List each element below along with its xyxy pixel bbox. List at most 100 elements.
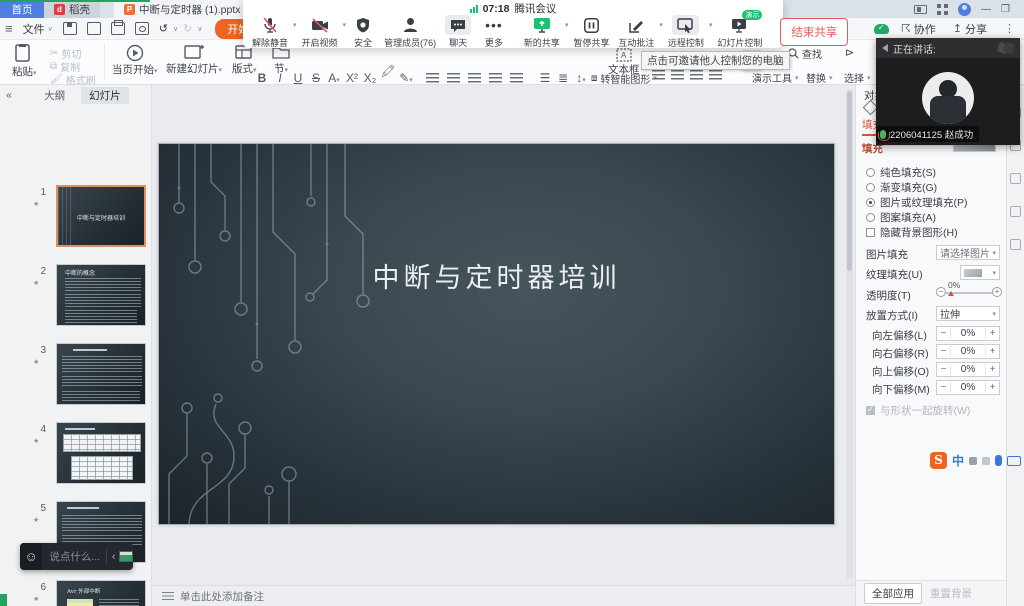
- option-pattern-fill[interactable]: 图案填充(A): [866, 210, 936, 225]
- subscript-button[interactable]: X₂: [362, 71, 378, 85]
- shape-gallery-icon[interactable]: [652, 70, 665, 80]
- italic-button[interactable]: I: [272, 71, 288, 85]
- chat-button[interactable]: 聊天: [441, 15, 475, 49]
- save-button[interactable]: [58, 22, 82, 35]
- new-share-button[interactable]: 新的共享: [520, 15, 564, 49]
- select-arrow-icon[interactable]: ⊳: [845, 46, 854, 59]
- align-right-button[interactable]: [468, 73, 481, 83]
- text-effects-button[interactable]: ✎▾: [398, 71, 414, 85]
- option-picture-texture-fill[interactable]: 图片或纹理填充(P): [866, 195, 968, 210]
- slide-thumbnail-1[interactable]: 1 ★ 中断与定时器培训: [0, 185, 152, 255]
- picture-fill-dropdown[interactable]: 请选择图片▾: [936, 245, 1000, 260]
- shared-screen-preview[interactable]: [119, 551, 133, 562]
- more-button[interactable]: ••• 更多: [476, 15, 512, 49]
- present-tools-button[interactable]: 演示工具▾: [752, 70, 799, 85]
- align-center-button[interactable]: [447, 73, 460, 83]
- play-from-current-button[interactable]: 当页开始▾: [112, 44, 158, 77]
- tab-docer[interactable]: d 稻壳: [44, 0, 100, 18]
- offset-top-stepper[interactable]: −0%+: [936, 362, 1000, 377]
- file-menu[interactable]: 文件∨: [18, 21, 58, 37]
- find-button[interactable]: 查找: [788, 46, 822, 61]
- remote-control-button[interactable]: 远程控制: [664, 15, 708, 49]
- option-gradient-fill[interactable]: 渐变填充(G): [866, 180, 937, 195]
- scrollbar-thumb[interactable]: [847, 91, 852, 271]
- print-button[interactable]: [106, 22, 130, 35]
- align-left-button[interactable]: [426, 73, 439, 83]
- share-dropdown[interactable]: ▾: [565, 21, 569, 29]
- ime-bar[interactable]: S 中: [930, 450, 1021, 471]
- account-avatar[interactable]: [958, 3, 971, 16]
- slide-thumbnail-3[interactable]: 3 ★: [0, 343, 152, 413]
- select-button[interactable]: 选择▾: [844, 70, 871, 85]
- tab-outline[interactable]: 大纲: [36, 87, 73, 104]
- justify-button[interactable]: [489, 73, 502, 83]
- window-layout-icon[interactable]: [914, 5, 927, 14]
- notes-bar[interactable]: 单击此处添加备注: [152, 585, 855, 606]
- share-button[interactable]: ↥分享: [948, 21, 992, 37]
- redo-button[interactable]: ↻: [178, 22, 197, 35]
- annotation-button[interactable]: 互动批注: [614, 15, 658, 49]
- offset-left-stepper[interactable]: −0%+: [936, 326, 1000, 341]
- paste-button[interactable]: 粘贴▾: [12, 44, 37, 79]
- current-slide[interactable]: 中断与定时器培训: [158, 143, 835, 525]
- underline-button[interactable]: U: [290, 71, 306, 85]
- hamburger-icon[interactable]: ≡: [0, 21, 18, 36]
- offset-right-stepper[interactable]: −0%+: [936, 344, 1000, 359]
- tab-document[interactable]: P 中断与定时器 (1).pptx: [114, 0, 251, 18]
- rotate-with-shape-checkbox[interactable]: 与形状一起旋转(W): [866, 403, 970, 418]
- ime-lang-indicator[interactable]: 中: [952, 452, 964, 469]
- slide-title[interactable]: 中断与定时器培训: [159, 256, 834, 295]
- meeting-video-overlay[interactable]: 正在讲话: 2206041125 赵成功: [876, 38, 1020, 145]
- end-share-button[interactable]: 结束共享: [780, 18, 848, 46]
- slide-thumbnail-6[interactable]: 6 ★ Avr 外部中断: [0, 580, 152, 606]
- line-spacing-button[interactable]: ↕▾: [573, 71, 589, 85]
- restore-button[interactable]: ❐: [1001, 4, 1010, 15]
- ime-tool-icon[interactable]: [982, 457, 990, 465]
- minimize-button[interactable]: —: [981, 4, 991, 15]
- sidebar-collapse-button[interactable]: «: [6, 89, 12, 101]
- customize-toolbar-dropdown[interactable]: ∨: [197, 25, 202, 33]
- emoji-icon[interactable]: ☺: [20, 543, 42, 570]
- slide-thumbnail-2[interactable]: 2 ★ 中断的概念: [0, 264, 152, 334]
- slider-marker[interactable]: [948, 291, 954, 296]
- pause-share-button[interactable]: 暂停共享: [569, 15, 613, 49]
- textbox-button[interactable]: A 文本框: [608, 48, 640, 77]
- slide-thumbnail-4[interactable]: 4 ★: [0, 422, 152, 492]
- cloud-sync-icon[interactable]: [874, 24, 889, 34]
- option-hide-background[interactable]: 隐藏背景图形(H): [866, 225, 958, 240]
- ime-mic-icon[interactable]: [995, 455, 1002, 466]
- canvas-scrollbar[interactable]: [846, 89, 853, 579]
- remote-dropdown[interactable]: ▾: [709, 21, 713, 29]
- distribute-button[interactable]: [510, 73, 523, 83]
- strikethrough-button[interactable]: S: [308, 71, 324, 85]
- manage-members-button[interactable]: 管理成员(76): [380, 15, 440, 49]
- collapse-chevron-icon[interactable]: ‹: [112, 551, 116, 563]
- sogou-logo[interactable]: S: [930, 452, 947, 469]
- option-solid-fill[interactable]: 纯色填充(S): [866, 165, 936, 180]
- print-preview-button[interactable]: [130, 22, 154, 35]
- unmute-button[interactable]: 解除静音: [248, 15, 292, 49]
- apply-all-button[interactable]: 全部应用: [864, 583, 922, 604]
- new-slide-button[interactable]: 新建幻灯片▾: [166, 44, 222, 76]
- ime-keyboard-icon[interactable]: [1007, 456, 1021, 466]
- arrange-icon[interactable]: [671, 70, 684, 80]
- reset-background-button[interactable]: 重置背景: [930, 586, 972, 601]
- replace-button[interactable]: 替换▾: [806, 70, 833, 85]
- superscript-button[interactable]: X²: [344, 71, 360, 85]
- annotation-dropdown[interactable]: ▾: [659, 21, 663, 29]
- slide-control-button[interactable]: 演示 幻灯片控制: [713, 15, 766, 49]
- tab-slides[interactable]: 幻灯片: [81, 87, 129, 104]
- bullets-button[interactable]: ☰: [537, 71, 553, 85]
- more-menu-icon[interactable]: ⋮: [999, 22, 1020, 35]
- unmute-dropdown[interactable]: ▾: [293, 21, 297, 29]
- pane-icon[interactable]: [1010, 239, 1021, 250]
- transparency-slider[interactable]: 0% − +: [936, 285, 1002, 299]
- font-color-button[interactable]: A▾: [326, 71, 342, 85]
- chat-input-placeholder[interactable]: 说点什么...: [42, 549, 100, 564]
- pane-icon[interactable]: [1010, 206, 1021, 217]
- undo-button[interactable]: ↺: [154, 22, 173, 35]
- export-button[interactable]: [82, 22, 106, 35]
- start-video-button[interactable]: 开启视频: [298, 15, 342, 49]
- numbering-button[interactable]: ≣: [555, 71, 571, 85]
- pane-icon[interactable]: [1010, 173, 1021, 184]
